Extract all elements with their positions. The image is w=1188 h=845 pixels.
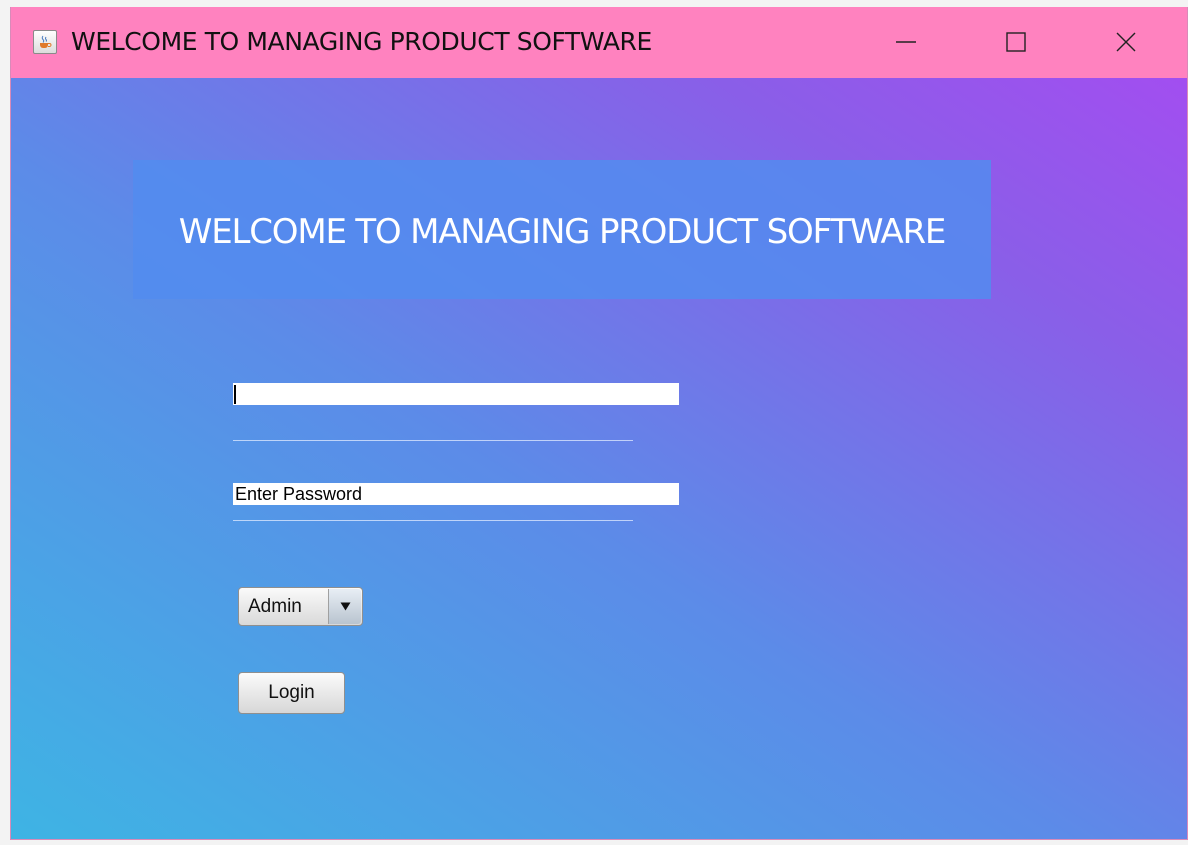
username-underline <box>233 440 633 441</box>
close-icon <box>1116 32 1136 52</box>
text-caret <box>234 385 236 404</box>
welcome-banner: WELCOME TO MANAGING PRODUCT SOFTWARE <box>133 160 991 299</box>
password-underline <box>233 520 633 521</box>
role-select-toggle[interactable] <box>328 589 361 624</box>
role-select-value: Admin <box>248 596 302 617</box>
minimize-icon <box>896 41 916 43</box>
window-title: WELCOME TO MANAGING PRODUCT SOFTWARE <box>71 27 652 56</box>
app-window: WELCOME TO MANAGING PRODUCT SOFTWARE WEL… <box>10 7 1188 840</box>
login-panel: WELCOME TO MANAGING PRODUCT SOFTWARE Adm… <box>11 78 1187 839</box>
login-button[interactable]: Login <box>238 672 345 714</box>
maximize-icon <box>1006 32 1026 52</box>
role-select[interactable]: Admin <box>238 587 363 626</box>
java-cup-icon <box>33 30 57 54</box>
close-button[interactable] <box>1071 7 1181 78</box>
username-input[interactable] <box>233 383 679 405</box>
banner-title: WELCOME TO MANAGING PRODUCT SOFTWARE <box>178 212 947 252</box>
title-bar[interactable]: WELCOME TO MANAGING PRODUCT SOFTWARE <box>11 7 1187 78</box>
password-input[interactable] <box>233 483 679 505</box>
dropdown-arrow-icon <box>340 602 351 611</box>
minimize-button[interactable] <box>851 7 961 78</box>
maximize-button[interactable] <box>961 7 1071 78</box>
